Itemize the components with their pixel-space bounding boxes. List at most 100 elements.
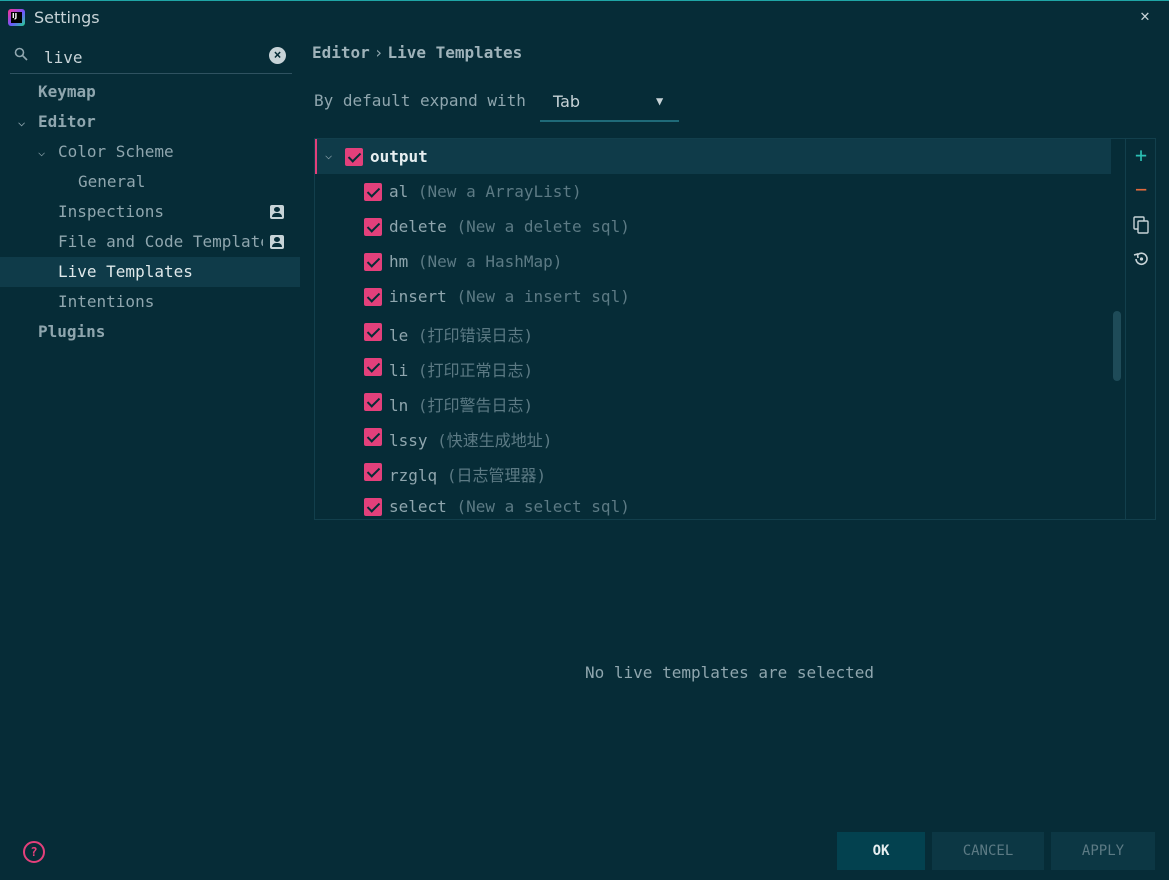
empty-selection-message: No live templates are selected: [585, 663, 874, 682]
template-row[interactable]: lssy (快速生成地址): [315, 419, 1111, 454]
expand-with-dropdown[interactable]: Tab ▼: [540, 88, 679, 122]
template-description: (日志管理器): [446, 466, 547, 485]
sidebar-item-label: Intentions: [58, 292, 155, 311]
template-abbreviation: ln: [389, 396, 409, 415]
template-label: lssy (快速生成地址): [389, 427, 552, 451]
breadcrumb-separator: ›: [373, 43, 384, 62]
app-icon-letter: IJ: [12, 12, 18, 20]
template-description: (New a ArrayList): [417, 182, 582, 201]
search-icon: [14, 47, 28, 61]
breadcrumb-parent[interactable]: Editor: [312, 43, 370, 62]
template-row[interactable]: al (New a ArrayList): [315, 174, 1111, 209]
project-profile-icon: [270, 205, 284, 219]
template-description: (打印错误日志): [417, 326, 534, 345]
chevron-down-icon[interactable]: ⌵: [325, 148, 332, 162]
sidebar-item-keymap[interactable]: Keymap: [0, 77, 300, 107]
template-row[interactable]: li (打印正常日志): [315, 349, 1111, 384]
window-title: Settings: [34, 8, 100, 27]
template-checkbox[interactable]: [364, 323, 382, 341]
template-checkbox[interactable]: [364, 288, 382, 306]
sidebar-item-label: Editor: [38, 112, 96, 131]
remove-icon[interactable]: −: [1131, 179, 1151, 199]
template-label: delete (New a delete sql): [389, 217, 630, 236]
sidebar-item-color-scheme[interactable]: ⌵ Color Scheme: [0, 137, 300, 167]
template-label: li (打印正常日志): [389, 357, 533, 381]
search-input[interactable]: [42, 44, 266, 70]
template-checkbox[interactable]: [364, 358, 382, 376]
template-checkbox[interactable]: [364, 218, 382, 236]
template-abbreviation: rzglq: [389, 466, 438, 485]
title-bar: IJ Settings ✕: [0, 0, 1169, 33]
ok-button[interactable]: OK: [837, 832, 925, 870]
template-label: le (打印错误日志): [389, 322, 533, 346]
template-abbreviation: li: [389, 361, 409, 380]
sidebar-item-live-templates[interactable]: Live Templates: [0, 257, 300, 287]
help-icon[interactable]: ?: [23, 841, 45, 863]
sidebar-item-inspections[interactable]: Inspections: [0, 197, 300, 227]
expand-with-value: Tab: [553, 92, 581, 111]
expand-with-label: By default expand with: [314, 91, 526, 110]
template-checkbox[interactable]: [364, 183, 382, 201]
clear-icon[interactable]: ×: [269, 47, 286, 64]
sidebar-item-general[interactable]: General: [0, 167, 300, 197]
sidebar-item-label: Inspections: [58, 202, 164, 221]
templates-tree: ⌵ output al (New a ArrayList) delete (New…: [315, 139, 1125, 519]
sidebar-item-editor[interactable]: ⌵ Editor: [0, 107, 300, 137]
template-abbreviation: insert: [389, 287, 447, 306]
template-abbreviation: lssy: [389, 431, 428, 450]
sidebar-item-file-and-code-templates[interactable]: File and Code Templates: [0, 227, 300, 257]
breadcrumb: Editor › Live Templates: [312, 43, 522, 62]
close-icon: ✕: [1140, 6, 1150, 25]
sidebar-item-label: Plugins: [38, 322, 106, 341]
template-description: (打印正常日志): [417, 361, 534, 380]
apply-button[interactable]: APPLY: [1051, 832, 1155, 870]
add-icon[interactable]: +: [1131, 145, 1151, 165]
template-label: rzglq (日志管理器): [389, 462, 546, 486]
chevron-down-icon[interactable]: ⌵: [18, 107, 32, 137]
cancel-button[interactable]: CANCEL: [932, 832, 1044, 870]
app-icon: IJ: [8, 9, 25, 26]
sidebar-item-label: File and Code Templates: [58, 232, 263, 251]
sidebar-item-label: Keymap: [38, 82, 96, 101]
template-row[interactable]: hm (New a HashMap): [315, 244, 1111, 279]
template-abbreviation: delete: [389, 217, 447, 236]
template-label: al (New a ArrayList): [389, 182, 582, 201]
sidebar-item-label: General: [78, 172, 146, 191]
settings-sidebar: × Keymap ⌵ Editor ⌵ Color Scheme General…: [0, 33, 300, 880]
template-group-row[interactable]: ⌵ output: [315, 139, 1111, 174]
template-label: select (New a select sql): [389, 497, 630, 516]
revert-icon[interactable]: [1131, 249, 1151, 269]
template-row[interactable]: ln (打印警告日志): [315, 384, 1111, 419]
template-row[interactable]: insert (New a insert sql): [315, 279, 1111, 314]
copy-icon[interactable]: [1131, 215, 1151, 235]
dropdown-arrow-icon: ▼: [656, 94, 664, 108]
close-button[interactable]: ✕: [1136, 6, 1154, 26]
template-label: insert (New a insert sql): [389, 287, 630, 306]
template-label: ln (打印警告日志): [389, 392, 533, 416]
sidebar-item-intentions[interactable]: Intentions: [0, 287, 300, 317]
sidebar-item-label: Color Scheme: [58, 142, 174, 161]
template-description: (New a insert sql): [456, 287, 630, 306]
sidebar-item-plugins[interactable]: Plugins: [0, 317, 300, 347]
template-checkbox[interactable]: [364, 393, 382, 411]
template-abbreviation: le: [389, 326, 409, 345]
template-checkbox[interactable]: [364, 428, 382, 446]
template-row[interactable]: le (打印错误日志): [315, 314, 1111, 349]
scrollbar-thumb[interactable]: [1113, 311, 1121, 381]
template-row[interactable]: select (New a select sql): [315, 489, 1111, 519]
template-row[interactable]: delete (New a delete sql): [315, 209, 1111, 244]
template-description: (打印警告日志): [417, 396, 534, 415]
templates-panel: ⌵ output al (New a ArrayList) delete (New…: [314, 138, 1156, 520]
template-row[interactable]: rzglq (日志管理器): [315, 454, 1111, 489]
group-checkbox[interactable]: [345, 148, 363, 166]
project-profile-icon: [270, 235, 284, 249]
template-checkbox[interactable]: [364, 498, 382, 516]
sidebar-item-label: Live Templates: [58, 262, 193, 281]
chevron-down-icon[interactable]: ⌵: [38, 137, 52, 167]
template-checkbox[interactable]: [364, 253, 382, 271]
template-description: (New a HashMap): [417, 252, 563, 271]
templates-toolbar: + −: [1125, 139, 1155, 519]
group-name: output: [370, 147, 428, 166]
template-checkbox[interactable]: [364, 463, 382, 481]
template-description: (快速生成地址): [437, 431, 553, 450]
